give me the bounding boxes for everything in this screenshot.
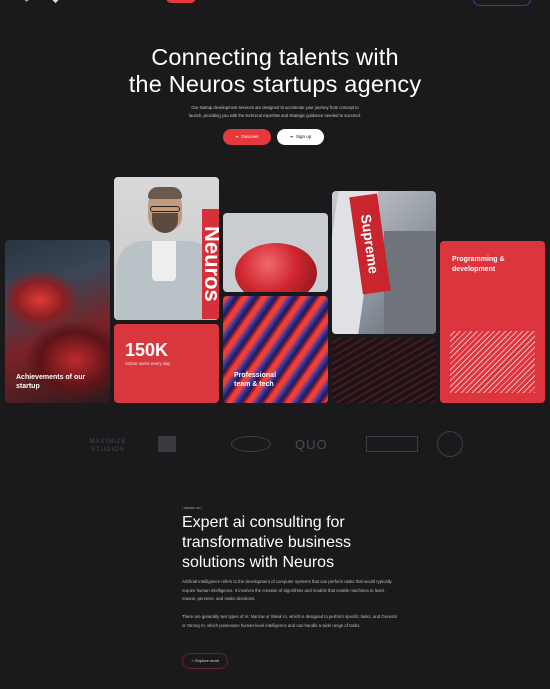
hero-title-line: Connecting talents with: [151, 44, 399, 70]
tech-label: Professional team & tech: [234, 372, 277, 388]
about-title-line: transformative business: [182, 534, 351, 551]
nav-link[interactable]: [343, 0, 367, 2]
partner-logo: QUO: [295, 437, 328, 452]
discover-label: Discover: [241, 134, 259, 139]
nav-item-active[interactable]: [166, 0, 196, 3]
partner-logo-mark: [231, 436, 271, 453]
menu-icon[interactable]: ●: [24, 0, 38, 4]
achievements-card[interactable]: Achievements of our startup: [5, 240, 110, 403]
partner-logo: [158, 430, 208, 460]
hero-title-line: the Neuros startups agency: [128, 71, 422, 97]
about-title-line: solutions with Neuros: [182, 554, 335, 571]
explore-label: Explore more: [195, 658, 220, 663]
sphere-image: [235, 243, 317, 292]
hero-subtitle-line: Our startup development services are des…: [191, 105, 359, 110]
nav-link[interactable]: [205, 0, 221, 2]
about-title: Expert ai consulting for transformative …: [182, 513, 402, 573]
hero-title: Connecting talents with the Neuros start…: [0, 44, 550, 98]
person-shirt: [152, 241, 176, 281]
building-image: [384, 231, 436, 334]
nav-link[interactable]: [243, 0, 259, 2]
logo[interactable]: ◆: [52, 0, 66, 4]
nav-link[interactable]: [314, 0, 326, 2]
explore-button[interactable]: ➜ Explore more: [182, 653, 228, 669]
arrow-icon: ➜: [235, 134, 239, 139]
about-paragraph: There are generally two types of AI: Nar…: [182, 614, 397, 628]
brand-banner: Neuros: [200, 209, 219, 319]
arrow-icon: ➜: [190, 658, 195, 663]
nav-cta-button[interactable]: [473, 0, 531, 6]
person-beard: [152, 213, 178, 233]
partner-logo: [437, 430, 467, 460]
person-hair: [148, 187, 182, 199]
portrait-card: Neuros: [114, 177, 219, 320]
top-nav: ● ◆: [0, 0, 550, 10]
stat-value: 150K: [125, 340, 169, 360]
dash-pattern: [450, 331, 535, 393]
lines-card: [332, 338, 436, 403]
achievements-label: Achievements of our startup: [16, 374, 86, 390]
tech-card[interactable]: Professional team & tech: [223, 296, 328, 403]
signup-label: Sign up: [296, 134, 312, 139]
programming-card[interactable]: Programming & development: [440, 241, 545, 403]
hero-subtitle: Our startup development services are des…: [170, 104, 380, 120]
about-paragraph: Artificial Intelligence refers to the de…: [182, 579, 392, 601]
sphere-card: [223, 213, 328, 292]
glasses-icon: [150, 206, 180, 212]
supreme-card: Supreme: [332, 191, 436, 334]
partner-logo: [231, 430, 271, 460]
nav-link[interactable]: [282, 0, 294, 2]
partner-logos: MAXIMIZE STUDIOS QUO: [0, 430, 550, 460]
arrow-icon: ➜: [289, 134, 294, 139]
discover-button[interactable]: ➜ Discover: [223, 129, 271, 145]
partner-logo-mark: [437, 431, 463, 458]
signup-button[interactable]: ➜ Sign up: [277, 129, 324, 145]
partner-logo: [366, 430, 418, 460]
stat-label: Active users every day: [125, 361, 171, 366]
stat-card: 150K Active users every day: [114, 324, 219, 403]
section-tag: / about us /: [182, 505, 202, 510]
partner-logo: MAXIMIZE STUDIOS: [89, 439, 127, 453]
programming-label: Programming & development: [452, 256, 505, 273]
hero-subtitle-line: launch, providing you with the technical…: [188, 113, 362, 118]
partner-logo-mark: [158, 436, 176, 453]
partner-logo-mark: [366, 436, 418, 453]
about-title-line: Expert ai consulting for: [182, 514, 345, 531]
